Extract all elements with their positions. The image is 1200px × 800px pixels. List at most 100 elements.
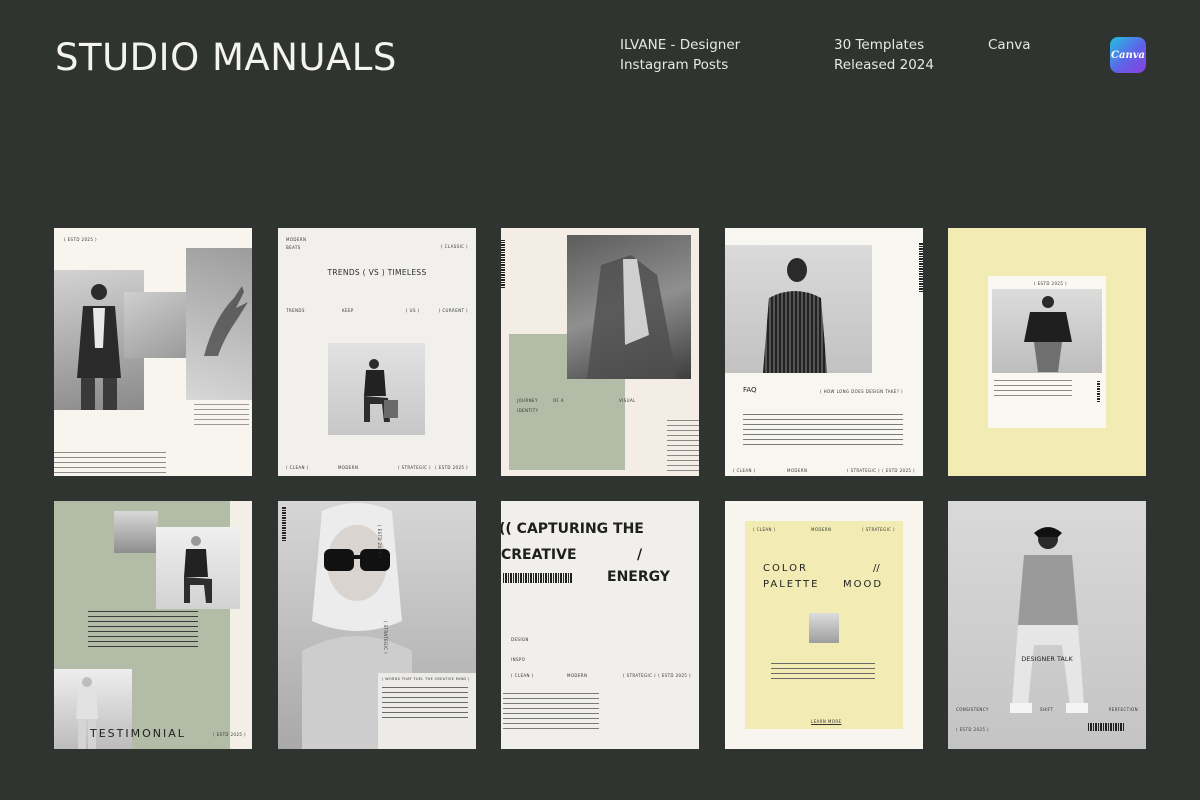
learn-more-link[interactable]: LEARN MORE xyxy=(811,719,841,724)
inset-panel: ( ESTD 2025 ) xyxy=(988,276,1106,428)
jacket-figure xyxy=(1024,296,1072,372)
palette-line-3: MOOD xyxy=(843,579,884,590)
small-portrait xyxy=(114,511,158,553)
foot-b: MODERN xyxy=(338,465,359,470)
foot-d: ( ESTD 2025 ) xyxy=(658,673,691,678)
palette-slash: // xyxy=(873,563,880,574)
label-b: OF A xyxy=(553,398,565,403)
foot-d: ( ESTD 2025 ) xyxy=(435,465,468,470)
label-a: DESIGN xyxy=(511,637,529,642)
template-card-faq[interactable]: FAQ ( HOW LONG DOES DESIGN TAKE? ) ( CLE… xyxy=(725,228,923,476)
product-name: ILVANE - Designer Instagram Posts xyxy=(620,35,740,75)
row-b: SHIFT xyxy=(1040,707,1054,712)
foot-d: ( ESTD 2025 ) xyxy=(882,468,915,473)
card-tag: ( ESTD 2025 ) xyxy=(377,525,382,558)
count-line-1: 30 Templates xyxy=(834,37,925,53)
row-d: ( CURRENT ) xyxy=(438,308,468,313)
template-card-collage[interactable]: ( ESTD 2025 ) xyxy=(54,228,252,476)
card-tag: ( ESTD 2025 ) xyxy=(213,732,246,737)
hand-shadow-icon xyxy=(204,286,248,356)
headline-slash: / xyxy=(637,547,643,563)
row-c: ( US ) xyxy=(406,308,420,313)
card-tag: ( ESTD 2025 ) xyxy=(1034,281,1067,286)
man-back-figure xyxy=(763,258,827,373)
label-d: IDENTITY xyxy=(517,408,539,413)
brand-title: STUDIO MANUALS xyxy=(55,36,397,79)
denim-photo xyxy=(124,292,186,358)
talk-title: DESIGNER TALK xyxy=(1021,655,1073,663)
side-label: ( STRATEGIC ) xyxy=(383,621,388,654)
headline-line-1: (( CAPTURING THE xyxy=(501,521,644,537)
palette-line-2: PALETTE xyxy=(763,579,820,590)
row-a: TRENDS xyxy=(286,308,305,313)
foot-b: MODERN xyxy=(567,673,588,678)
palette-thumb xyxy=(809,613,839,643)
card-headline: TRENDS ( VS ) TIMELESS xyxy=(327,268,427,277)
side-barcode xyxy=(919,242,923,292)
template-card-butter[interactable]: ( ESTD 2025 ) xyxy=(948,228,1146,476)
inset-barcode xyxy=(1097,380,1100,402)
row-b: KEEP xyxy=(342,308,354,313)
template-card-designer-talk[interactable]: DESIGNER TALK CONSISTENCY SHIFT PERFECTI… xyxy=(948,501,1146,749)
testimonial-title: TESTIMONIAL xyxy=(90,727,186,740)
headline-line-4: ENERGY xyxy=(607,569,670,585)
card-tag: ( ESTD 2025 ) xyxy=(956,727,989,732)
template-card-testimonial[interactable]: TESTIMONIAL ( ESTD 2025 ) xyxy=(54,501,252,749)
body-copy xyxy=(382,687,468,721)
foot-a: ( CLEAN ) xyxy=(286,465,309,470)
seated-figure xyxy=(364,359,398,422)
headline-barcode xyxy=(503,573,573,583)
template-card-palette[interactable]: ( CLEAN ) MODERN ( STRATEGIC ) COLOR // … xyxy=(725,501,923,749)
template-card-sunglasses[interactable]: ( ESTD 2025 ) ( STRATEGIC ) ( WORDS THAT… xyxy=(278,501,476,749)
foot-a: ( CLEAN ) xyxy=(511,673,534,678)
template-card-trends[interactable]: MODERN BEATS ( CLASSIC ) TRENDS ( VS ) T… xyxy=(278,228,476,476)
top-left-1: MODERN xyxy=(286,237,307,242)
top-a: ( CLEAN ) xyxy=(753,527,776,532)
caption: ( WORDS THAT FUEL THE CREATIVE MIND ) xyxy=(382,677,470,681)
blazer-figure xyxy=(587,255,677,379)
answer-copy xyxy=(743,414,903,448)
crouching-figure xyxy=(1010,527,1088,713)
foot-b: MODERN xyxy=(787,468,808,473)
body-copy xyxy=(994,380,1072,400)
butter-panel: ( CLEAN ) MODERN ( STRATEGIC ) COLOR // … xyxy=(745,521,903,729)
foot-c: ( STRATEGIC ) xyxy=(847,468,880,473)
faq-question: ( HOW LONG DOES DESIGN TAKE? ) xyxy=(819,389,903,394)
body-copy xyxy=(194,404,249,428)
platform-text: Canva xyxy=(988,37,1031,53)
product-line-1: ILVANE - Designer xyxy=(620,37,741,53)
count-line-2: Released 2024 xyxy=(834,57,934,73)
quote-copy xyxy=(88,611,198,649)
template-card-capturing[interactable]: (( CAPTURING THE CREATIVE / ENERGY DESIG… xyxy=(501,501,699,749)
product-line-2: Instagram Posts xyxy=(620,57,729,73)
footer-barcode xyxy=(1088,723,1124,731)
card-tag: ( ESTD 2025 ) xyxy=(64,237,97,242)
row-a: CONSISTENCY xyxy=(956,707,989,712)
row-c: PERFECTION xyxy=(1108,707,1138,712)
text-panel: ( WORDS THAT FUEL THE CREATIVE MIND ) xyxy=(378,673,476,749)
body-copy xyxy=(667,420,699,474)
foot-a: ( CLEAN ) xyxy=(733,468,756,473)
side-barcode xyxy=(501,240,505,288)
label-b: INSPO xyxy=(511,657,526,662)
canva-logo-icon[interactable]: Canva xyxy=(1110,37,1146,73)
logo-text: Canva xyxy=(1111,49,1145,61)
top-c: ( STRATEGIC ) xyxy=(862,527,895,532)
headline-line-2: CREATIVE xyxy=(501,547,577,563)
top-b: MODERN xyxy=(811,527,832,532)
platform-label: Canva xyxy=(988,35,1031,55)
foot-c: ( STRATEGIC ) xyxy=(398,465,431,470)
body-copy xyxy=(503,693,599,733)
faq-title: FAQ xyxy=(743,386,757,394)
intro-copy xyxy=(54,452,166,474)
side-barcode xyxy=(282,507,286,541)
template-card-blazer[interactable]: JOURNEY OF A VISUAL IDENTITY xyxy=(501,228,699,476)
seated-figure xyxy=(184,536,212,603)
top-left-2: BEATS xyxy=(286,245,301,250)
palette-line-1: COLOR xyxy=(763,563,808,574)
top-right: ( CLASSIC ) xyxy=(441,244,468,249)
label-a: JOURNEY xyxy=(517,398,538,403)
body-copy xyxy=(771,663,875,683)
foot-c: ( STRATEGIC ) xyxy=(623,673,656,678)
label-c: VISUAL xyxy=(619,398,636,403)
